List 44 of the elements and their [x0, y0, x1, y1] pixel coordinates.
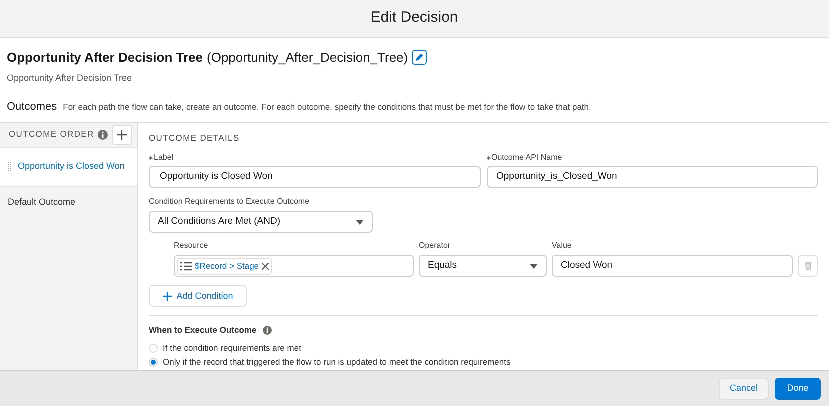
section-heading: Outcomes — [7, 100, 58, 115]
list-icon — [180, 262, 192, 271]
done-button[interactable]: Done — [775, 378, 821, 400]
element-label: Opportunity After Decision Tree — [7, 49, 203, 67]
add-condition-button[interactable]: Add Condition — [149, 285, 247, 308]
operator-dropdown[interactable]: Equals — [419, 255, 547, 278]
radio-button[interactable] — [149, 344, 158, 353]
plus-icon — [162, 292, 172, 301]
resource-field[interactable]: $Record > Stage — [174, 255, 414, 278]
outcome-item[interactable]: Default Outcome — [0, 186, 137, 218]
field-label: Operator — [419, 240, 452, 252]
info-icon — [262, 326, 272, 336]
subsection-heading: When to Execute Outcome — [149, 324, 257, 337]
details-heading: OUTCOME DETAILS — [149, 132, 241, 144]
resource-pill[interactable]: $Record > Stage — [177, 258, 272, 275]
radio-label: Only if the record that triggered the flow to run is updated to meet the condition requirements — [163, 356, 511, 368]
modal-title: Edit Decision — [370, 8, 458, 28]
label-field[interactable]: Opportunity is Closed Won — [149, 166, 480, 188]
value-field[interactable]: Closed Won — [552, 255, 793, 278]
cancel-button[interactable]: Cancel — [718, 378, 769, 400]
field-label: Resource — [174, 240, 210, 252]
drag-handle-icon[interactable] — [8, 162, 12, 171]
caret-icon — [356, 220, 364, 225]
panel-heading: OUTCOME ORDER — [9, 128, 94, 141]
element-api-name: (Opportunity_After_Decision_Tree) — [207, 49, 408, 67]
info-icon — [98, 130, 108, 140]
radio-button[interactable] — [149, 358, 158, 367]
field-label: Condition Requirements to Execute Outcome — [149, 196, 311, 208]
edit-button[interactable] — [412, 50, 428, 66]
section-help-text: For each path the flow can take, create an outcome. For each outcome, specify the conditions that must be met for the flow to take that path. — [63, 101, 592, 114]
field-label: Value — [552, 240, 573, 252]
api-name-field[interactable]: Opportunity_is_Closed_Won — [486, 166, 818, 188]
trash-icon — [804, 262, 812, 270]
add-outcome-button[interactable] — [112, 124, 132, 144]
outcome-item[interactable]: Opportunity is Closed Won — [0, 146, 137, 186]
plus-icon — [117, 130, 128, 140]
field-label: Outcome API Name — [492, 152, 562, 164]
requirements-dropdown[interactable]: All Conditions Are Met (AND) — [149, 211, 373, 234]
element-description: Opportunity After Decision Tree — [7, 72, 134, 85]
field-label: Label — [154, 152, 174, 164]
caret-icon — [530, 264, 538, 269]
pencil-icon — [415, 53, 424, 62]
remove-icon[interactable] — [262, 262, 270, 270]
radio-label: If the condition requirements are met — [163, 342, 302, 355]
